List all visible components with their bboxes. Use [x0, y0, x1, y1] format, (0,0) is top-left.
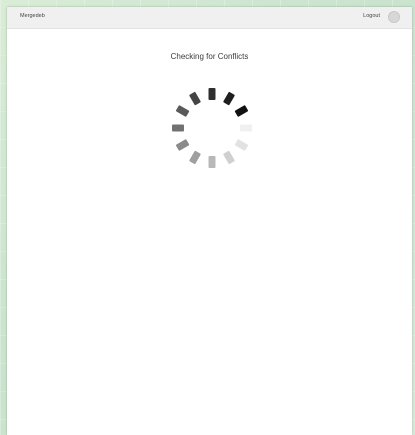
conflict-check-panel: Mergedeb Logout Checking for Conflicts — [7, 7, 412, 435]
user-avatar-icon[interactable] — [388, 11, 400, 23]
logout-link[interactable]: Logout — [363, 13, 380, 19]
spinner-segment — [223, 150, 235, 165]
spinner-segment — [223, 91, 235, 106]
spinner-svg — [172, 88, 252, 168]
loading-spinner-icon — [162, 78, 262, 178]
status-title: Checking for Conflicts — [170, 52, 249, 61]
spinner-segment — [189, 91, 201, 106]
spinner-segment — [234, 139, 249, 151]
spinner-segment — [208, 156, 216, 168]
app-name: Mergedeb — [20, 13, 45, 19]
spinner-segment — [175, 139, 190, 151]
spinner-segment — [172, 124, 184, 132]
top-bar: Mergedeb Logout — [7, 7, 412, 29]
spinner-segment — [189, 150, 201, 165]
spinner-segment — [234, 105, 249, 117]
spinner-segment — [175, 105, 190, 117]
spinner-segment — [240, 124, 252, 132]
spinner-segment — [208, 88, 216, 100]
